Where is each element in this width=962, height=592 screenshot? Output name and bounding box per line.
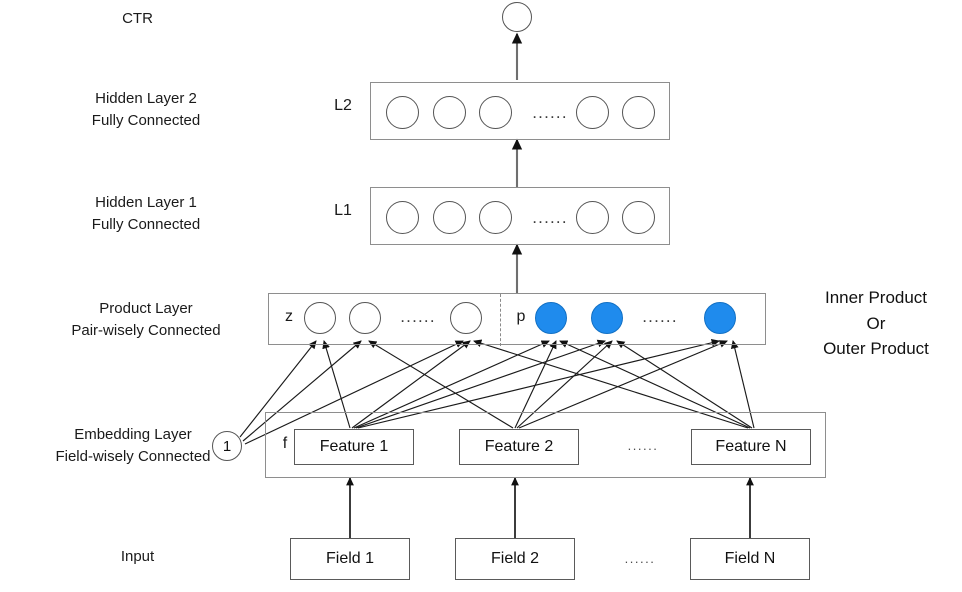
band-tag-l2: L2 bbox=[334, 97, 352, 114]
l2-ellipsis: ...... bbox=[532, 103, 568, 122]
embedding-layer-band: f Feature 1 Feature 2 ...... Feature N bbox=[265, 412, 826, 478]
field-box-2: Field 2 bbox=[455, 538, 575, 580]
feature-box-2: Feature 2 bbox=[459, 429, 579, 465]
product-z-node bbox=[349, 302, 381, 334]
product-p-node bbox=[704, 302, 736, 334]
feature-box-n: Feature N bbox=[691, 429, 811, 465]
l2-node bbox=[386, 96, 419, 129]
field-ellipsis: ...... bbox=[624, 551, 656, 566]
l1-node bbox=[433, 201, 466, 234]
l1-node bbox=[386, 201, 419, 234]
diagram-canvas: CTR Hidden Layer 2 Fully Connected Hidde… bbox=[0, 0, 962, 592]
hidden-layer-2-band: ...... bbox=[370, 82, 670, 140]
l1-node bbox=[576, 201, 609, 234]
l1-node bbox=[622, 201, 655, 234]
l1-ellipsis: ...... bbox=[532, 208, 568, 227]
product-p-ellipsis: ...... bbox=[642, 307, 678, 326]
l2-node bbox=[576, 96, 609, 129]
layer-label-ctr: CTR bbox=[122, 10, 153, 27]
product-p-node bbox=[591, 302, 623, 334]
l2-node bbox=[622, 96, 655, 129]
l1-node bbox=[479, 201, 512, 234]
l2-node bbox=[479, 96, 512, 129]
feature-box-1: Feature 1 bbox=[294, 429, 414, 465]
product-z-node bbox=[450, 302, 482, 334]
field-box-1: Field 1 bbox=[290, 538, 410, 580]
band-tag-f: f bbox=[282, 435, 288, 452]
bias-one-node: 1 bbox=[212, 431, 242, 461]
layer-label-hidden-1: Hidden Layer 1 Fully Connected bbox=[91, 194, 201, 233]
product-p-node bbox=[535, 302, 567, 334]
layer-label-input: Input bbox=[120, 548, 155, 565]
layer-label-product: Product Layer Pair-wisely Connected bbox=[71, 300, 221, 339]
product-type-note: Inner Product Or Outer Product bbox=[823, 288, 929, 358]
l2-node bbox=[433, 96, 466, 129]
band-tag-l1: L1 bbox=[334, 202, 352, 219]
product-z-ellipsis: ...... bbox=[400, 307, 436, 326]
product-z-node bbox=[304, 302, 336, 334]
ctr-output-node bbox=[502, 2, 532, 32]
band-tag-z: z bbox=[285, 308, 293, 325]
feature-ellipsis: ...... bbox=[627, 438, 659, 453]
field-box-n: Field N bbox=[690, 538, 810, 580]
band-tag-p: p bbox=[516, 308, 526, 325]
product-layer-divider bbox=[500, 294, 501, 346]
product-layer-band: z ...... p ...... bbox=[268, 293, 766, 346]
layer-label-hidden-2: Hidden Layer 2 Fully Connected bbox=[91, 90, 201, 129]
hidden-layer-1-band: ...... bbox=[370, 187, 670, 245]
